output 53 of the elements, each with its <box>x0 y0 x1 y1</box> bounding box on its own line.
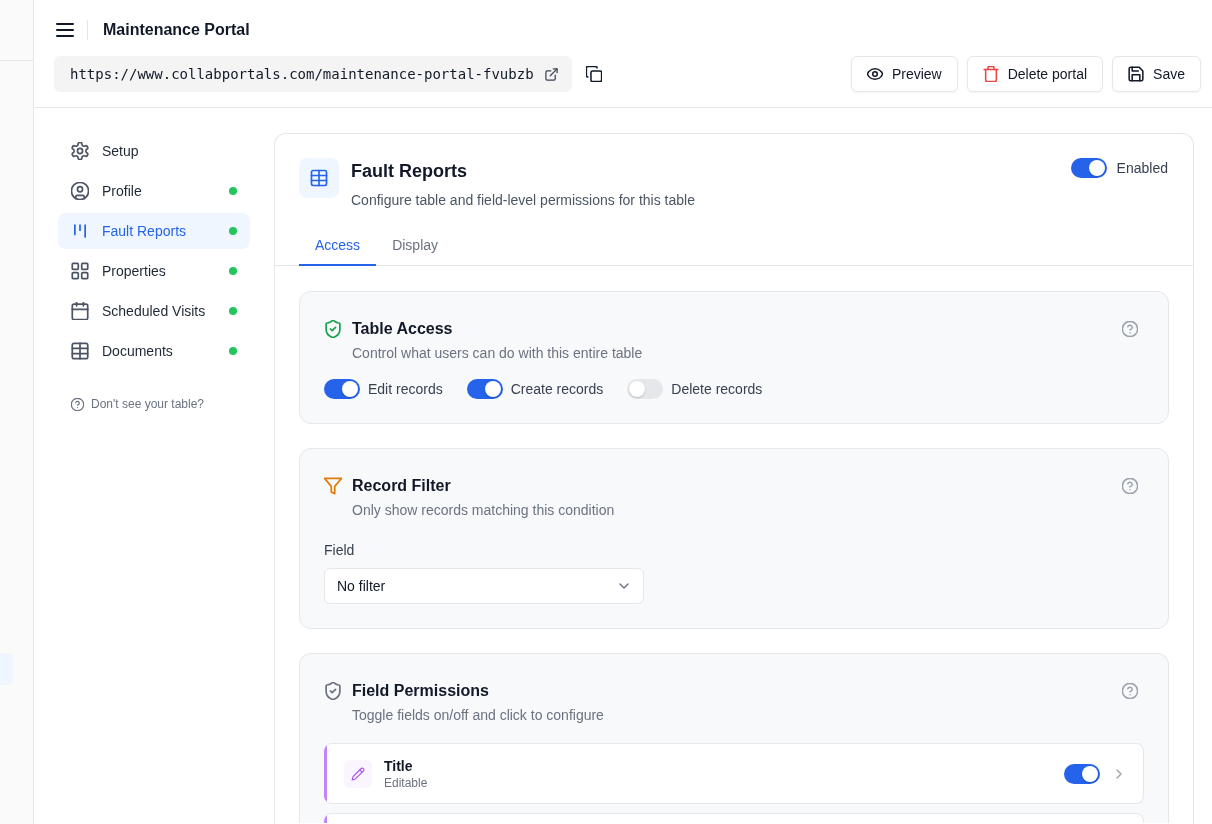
menu-icon[interactable] <box>56 21 74 39</box>
tab[interactable]: Display <box>376 226 455 266</box>
calendar-icon <box>71 302 89 320</box>
delete-button[interactable]: Delete portal <box>966 56 1104 92</box>
pencil-icon <box>344 759 372 788</box>
field-row[interactable]: Title Editable <box>324 743 1144 804</box>
trash-icon <box>982 66 999 82</box>
panel-description: Control what users can do with this entire table <box>351 344 644 363</box>
panel-title: Field Permissions <box>352 682 489 700</box>
toggle-switch[interactable] <box>466 379 503 399</box>
user-icon <box>71 182 89 200</box>
table-title: Fault Reports <box>351 160 468 183</box>
preview-button[interactable]: Preview <box>850 56 958 92</box>
field-name: Title <box>384 756 414 775</box>
external-link-icon[interactable] <box>544 67 558 81</box>
bars-icon <box>71 222 89 240</box>
tab[interactable]: Access <box>299 226 377 266</box>
panel-title: Record Filter <box>352 477 451 495</box>
toggle-label: Edit records <box>368 381 443 397</box>
sidebar-item[interactable]: Setup <box>58 133 250 169</box>
save-button[interactable]: Save <box>1112 56 1201 92</box>
copy-icon[interactable] <box>585 66 602 82</box>
shield-check-icon <box>324 682 342 700</box>
sidebar-item[interactable]: Profile <box>58 173 250 209</box>
shield-check-icon <box>324 320 342 338</box>
page-title: Maintenance Portal <box>103 21 250 39</box>
grid-icon <box>71 262 89 280</box>
table-icon <box>71 342 89 360</box>
toggle-label: Enabled <box>1116 160 1168 176</box>
select-field[interactable]: No filter <box>324 568 644 604</box>
toggle-switch[interactable] <box>1064 763 1100 784</box>
sidebar-item[interactable]: Scheduled Visits <box>58 293 250 329</box>
toggle-switch[interactable] <box>324 379 360 399</box>
panel-description: Only show records matching this condition <box>351 501 616 520</box>
toggle-label: Create records <box>510 381 604 397</box>
sidebar-item[interactable]: Documents <box>58 333 250 369</box>
funnel-icon <box>324 477 342 495</box>
toggle-label: Delete records <box>671 381 763 397</box>
sidebar-item[interactable]: Properties <box>58 253 250 289</box>
table-description: Configure table and field-level permissions for this table <box>351 191 695 210</box>
toggle-switch[interactable] <box>1070 158 1107 178</box>
url-text: https://www.collabportals.com/maintenance-portal-fvubzb <box>70 66 534 82</box>
toggle-switch[interactable] <box>627 379 664 399</box>
eye-icon <box>866 66 883 82</box>
gear-icon <box>71 142 89 160</box>
panel-description: Toggle fields on/off and click to configure <box>351 706 605 725</box>
sidebar-item[interactable]: Fault Reports <box>58 213 250 249</box>
help-icon <box>71 397 84 411</box>
panel-title: Table Access <box>352 320 453 338</box>
help-link[interactable]: Don't see your table? <box>71 397 205 411</box>
field-label: Field <box>324 541 356 560</box>
table-icon <box>299 158 339 198</box>
field-access: Editable <box>384 774 428 791</box>
